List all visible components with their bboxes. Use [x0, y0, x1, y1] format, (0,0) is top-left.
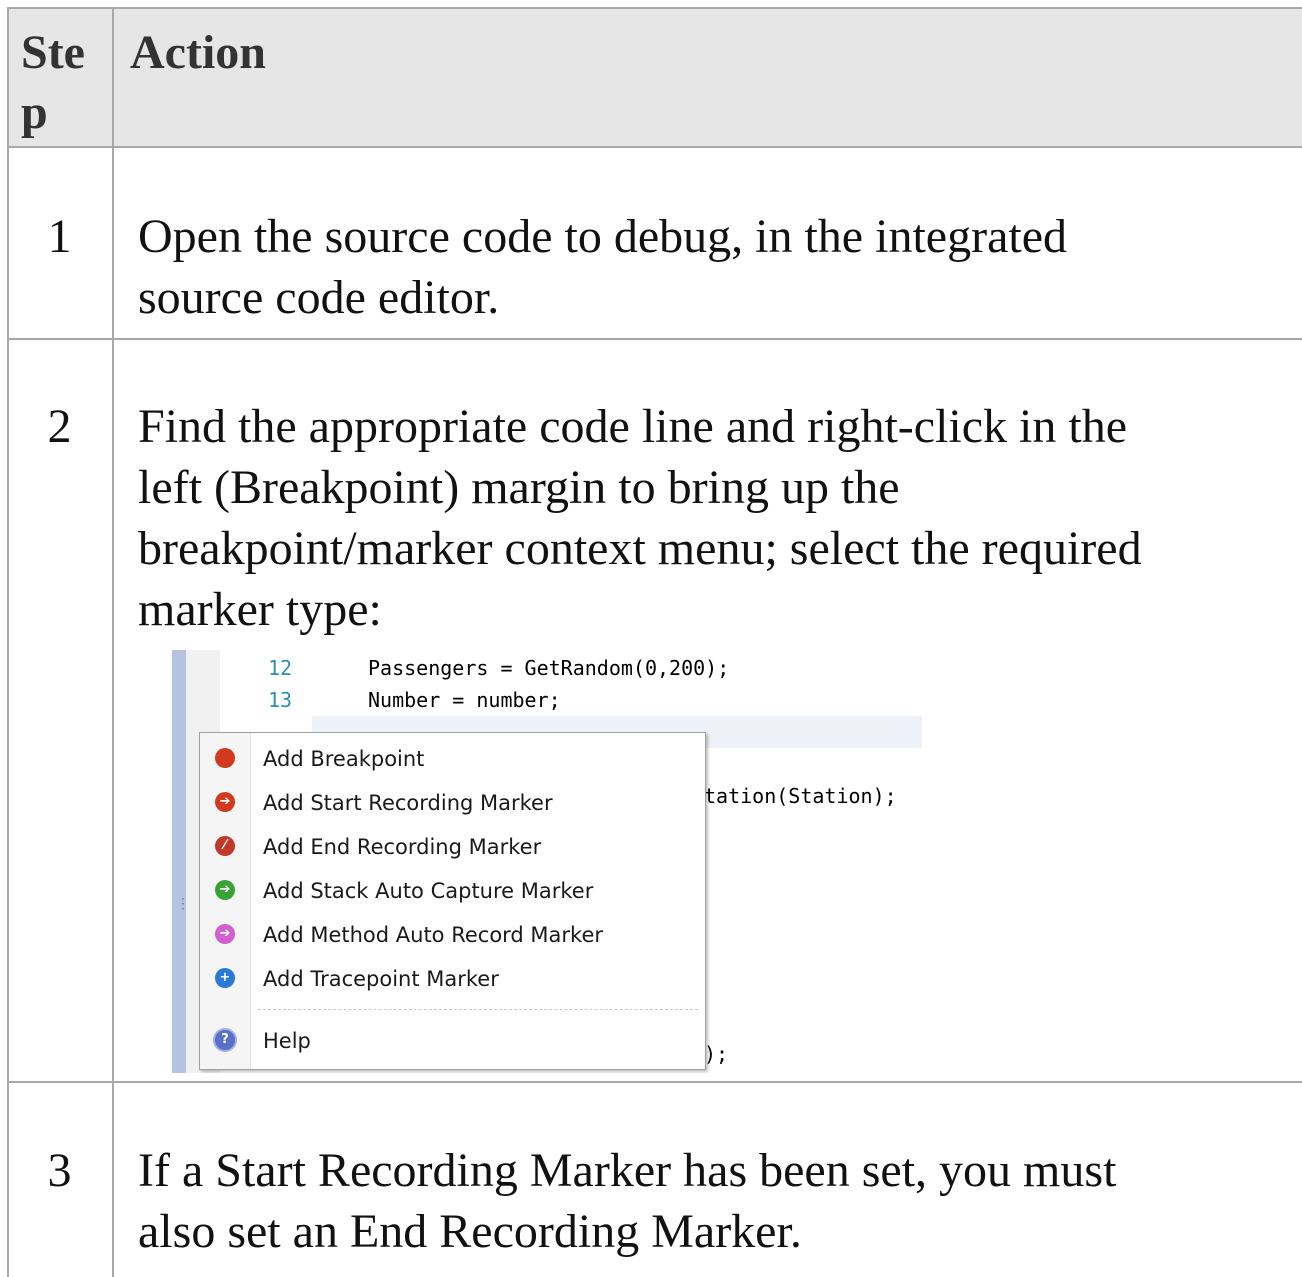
step-text: If a Start Recording Marker has been set… — [138, 1144, 1117, 1258]
code-fragment: ); — [704, 1042, 729, 1066]
start-recording-icon: ➔ — [215, 792, 235, 812]
menu-item-add-stack-auto-capture-marker[interactable]: ➔ Add Stack Auto Capture Marker — [200, 869, 705, 913]
code-line: Passengers = GetRandom(0,200); — [368, 656, 730, 680]
breakpoint-icon — [215, 748, 235, 768]
code-editor-screenshot: ⋮ 12 Passengers = GetRandom(0,200); 13 N… — [172, 650, 932, 1073]
grip-icon: ⋮ — [176, 896, 190, 912]
code-line: Number = number; — [368, 688, 561, 712]
step-text: Open the source code to debug, in the in… — [138, 210, 1068, 324]
stack-capture-icon: ➔ — [215, 880, 235, 900]
tracepoint-icon: + — [215, 968, 235, 988]
menu-separator — [258, 1009, 698, 1010]
menu-item-add-tracepoint-marker[interactable]: + Add Tracepoint Marker — [200, 957, 705, 1001]
menu-item-add-method-auto-record-marker[interactable]: ➔ Add Method Auto Record Marker — [200, 913, 705, 957]
menu-item-add-end-recording-marker[interactable]: ⁄ Add End Recording Marker — [200, 825, 705, 869]
row-divider — [7, 1081, 1302, 1083]
step-number: 2 — [47, 400, 72, 453]
header-action: Action — [130, 26, 266, 79]
breakpoint-context-menu: Add Breakpoint ➔ Add Start Recording Mar… — [199, 732, 706, 1070]
editor-gutter — [172, 650, 186, 1073]
menu-item-help[interactable]: ? Help — [200, 1019, 705, 1063]
step-number: 1 — [47, 210, 72, 263]
menu-item-add-start-recording-marker[interactable]: ➔ Add Start Recording Marker — [200, 781, 705, 825]
help-icon: ? — [213, 1028, 237, 1052]
line-number: 12 — [268, 656, 293, 680]
step-number: 3 — [47, 1144, 72, 1197]
column-divider — [112, 7, 114, 1277]
line-number: 13 — [268, 688, 293, 712]
step-text: Find the appropriate code line and right… — [138, 400, 1142, 636]
row-divider — [7, 338, 1302, 340]
method-record-icon: ➔ — [215, 924, 235, 944]
table-left-border — [7, 7, 9, 1277]
table-header: Ste p Action — [7, 7, 1302, 148]
end-recording-icon: ⁄ — [215, 836, 235, 856]
steps-table: Ste p Action — [7, 7, 1302, 1277]
code-fragment: tation(Station); — [704, 784, 897, 808]
menu-item-add-breakpoint[interactable]: Add Breakpoint — [200, 737, 705, 781]
header-step: Ste p — [21, 26, 85, 139]
